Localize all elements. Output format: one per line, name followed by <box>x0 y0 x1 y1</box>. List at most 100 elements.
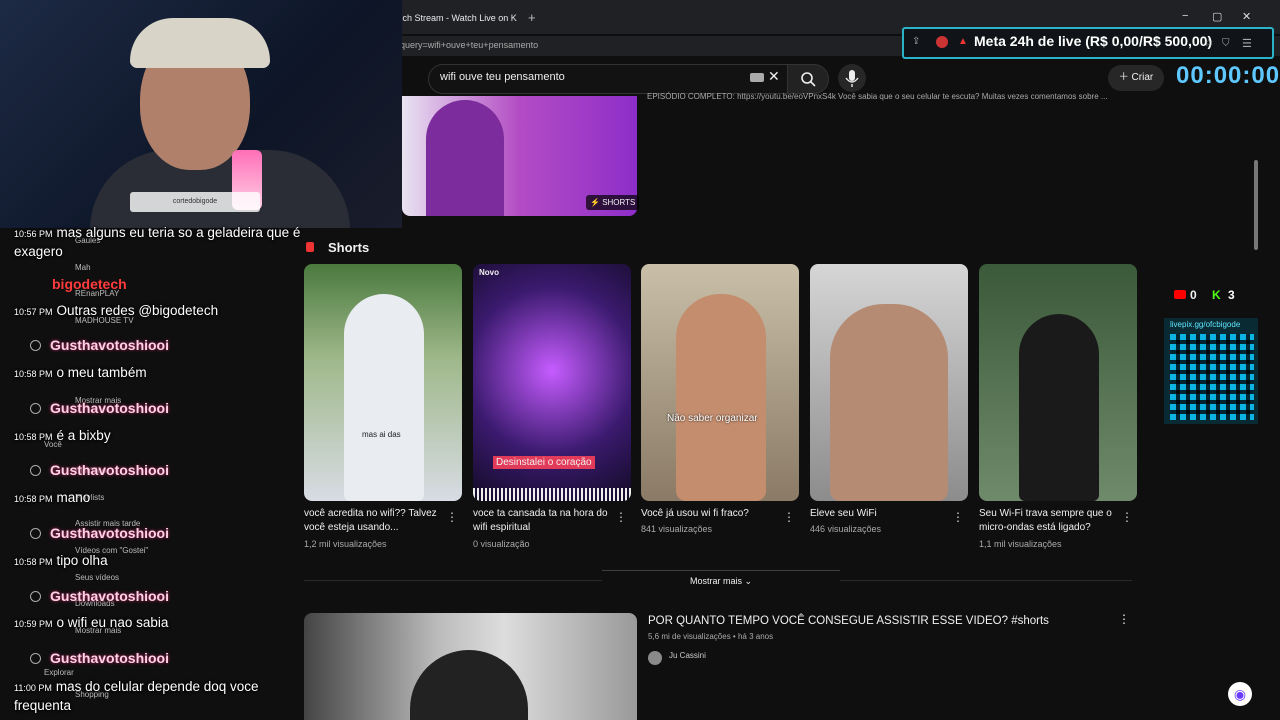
voice-search-button[interactable] <box>838 64 866 92</box>
keyboard-icon[interactable] <box>750 73 764 82</box>
shield-icon[interactable]: ⛉ <box>1222 38 1230 49</box>
short-views: 1,1 mil visualizações <box>979 539 1062 549</box>
short-views: 1,2 mil visualizações <box>304 539 387 549</box>
user-icon <box>30 465 41 476</box>
video-meta: 5,6 mi de visualizações • há 3 anos <box>648 632 774 641</box>
short-title[interactable]: você acredita no wifi?? Talvez você este… <box>304 507 444 535</box>
chat-username[interactable]: Gusthavotoshiooi <box>50 650 169 666</box>
short-views: 0 visualização <box>473 539 530 549</box>
channel-avatar[interactable] <box>648 651 662 665</box>
short-card-3[interactable]: Não saber organizar <box>641 264 799 501</box>
more-options-icon[interactable]: ⋮ <box>1121 510 1133 524</box>
top-video-description: EPISÓDIO COMPLETO: https://youtu.be/eoVP… <box>647 92 1108 101</box>
chat-time: 10:58 PM <box>14 557 53 567</box>
more-options-icon[interactable]: ⋮ <box>952 510 964 524</box>
new-tab-button[interactable]: + <box>528 10 536 25</box>
scrollbar[interactable] <box>1254 160 1258 250</box>
show-more-label: Mostrar mais <box>689 576 742 586</box>
bigodetech-logo: bigodetech <box>52 276 127 292</box>
short-card-5[interactable] <box>979 264 1137 501</box>
close-window-icon[interactable]: ✕ <box>1242 10 1251 23</box>
short-card-4[interactable] <box>810 264 968 501</box>
cam-tag: cortedobigode <box>130 192 260 212</box>
short-person <box>1019 314 1099 501</box>
chat-username[interactable]: Gusthavotoshiooi <box>50 400 169 416</box>
share-icon: ⇪ <box>912 36 921 47</box>
create-label: Criar <box>1131 72 1154 83</box>
sidebar-item[interactable]: Mah <box>75 263 91 272</box>
chat-text: é a bixby <box>56 428 111 443</box>
user-icon <box>30 340 41 351</box>
mic-icon <box>845 70 859 87</box>
chat-time: 10:57 PM <box>14 307 53 317</box>
browser-tab[interactable]: etech Stream - Watch Live on K <box>390 4 550 32</box>
create-button[interactable]: ＋ Criar <box>1108 65 1164 91</box>
short-title[interactable]: Você já usou wi fi fraco? <box>641 507 781 521</box>
chat-message: 10:58 PM o meu também <box>14 365 147 380</box>
search-icon <box>801 72 816 87</box>
more-options-icon[interactable]: ⋮ <box>1118 612 1130 626</box>
maximize-icon[interactable]: ▢ <box>1212 10 1222 23</box>
short-person <box>830 304 948 501</box>
kick-icon: K <box>1212 288 1221 302</box>
chat-time: 11:00 PM <box>14 683 52 693</box>
livepix-url: livepix.gg/ofcbigode <box>1170 320 1241 329</box>
clear-search-icon[interactable]: ✕ <box>768 68 780 85</box>
channel-avatar-icon <box>936 36 948 48</box>
new-badge: Novo <box>479 268 499 277</box>
short-title[interactable]: Seu Wi-Fi trava sempre que o micro-ondas… <box>979 507 1119 535</box>
shorts-badge: ⚡ SHORTS <box>586 195 640 210</box>
chat-text: mano <box>56 490 91 505</box>
chat-username[interactable]: Gusthavotoshiooi <box>50 588 169 604</box>
more-options-icon[interactable]: ⋮ <box>446 510 458 524</box>
user-icon <box>30 653 41 664</box>
chat-username[interactable]: Gusthavotoshiooi <box>50 525 169 541</box>
chat-message: 10:57 PM Outras redes @bigodetech <box>14 303 218 318</box>
live-timer: 00:00:00 <box>1176 62 1280 89</box>
short-views: 841 visualizações <box>641 524 713 534</box>
chat-message: 10:58 PM mano <box>14 490 90 505</box>
minimize-icon[interactable]: − <box>1182 10 1188 22</box>
short-card-1[interactable]: mas ai das <box>304 264 462 501</box>
user-icon <box>30 591 41 602</box>
chat-time: 10:59 PM <box>14 619 53 629</box>
chat-text: Outras redes @bigodetech <box>56 303 219 318</box>
channel-name[interactable]: Ju Cassini <box>669 651 706 660</box>
chat-message: 10:58 PM é a bixby <box>14 428 111 443</box>
plus-icon: ＋ <box>1118 72 1132 83</box>
short-person <box>344 294 424 501</box>
short-title[interactable]: voce ta cansada ta na hora do wifi espir… <box>473 507 613 535</box>
sidebar-item[interactable]: Seus vídeos <box>75 573 119 582</box>
short-caption: mas ai das <box>362 430 401 439</box>
shorts-badge-label: SHORTS <box>602 198 636 207</box>
star-icon[interactable]: ☆ <box>1204 38 1213 49</box>
chat-username[interactable]: Gusthavotoshiooi <box>50 462 169 478</box>
chat-message: 10:59 PM o wifi eu nao sabia <box>14 615 168 630</box>
chat-username[interactable]: Gusthavotoshiooi <box>50 337 169 353</box>
top-video-person <box>426 100 504 216</box>
goal-text: Meta 24h de live (R$ 0,00/R$ 500,00) <box>974 33 1213 49</box>
video-title[interactable]: POR QUANTO TEMPO VOCÊ CONSEGUE ASSISTIR … <box>648 615 1049 627</box>
chevron-down-icon: ⌄ <box>744 576 753 586</box>
sidebar-item[interactable]: Explorar <box>44 668 74 677</box>
short-card-2[interactable]: Novo Desinstalei o coração <box>473 264 631 501</box>
short-views: 446 visualizações <box>810 524 882 534</box>
short-caption: Desinstalei o coração <box>493 456 595 469</box>
assistant-icon[interactable]: ◉ <box>1228 682 1252 706</box>
short-person <box>676 294 766 501</box>
menu-icon[interactable]: ☰ <box>1242 37 1252 50</box>
chat-text: o wifi eu nao sabia <box>56 615 169 630</box>
user-icon <box>30 403 41 414</box>
short-caption: Não saber organizar <box>667 413 758 424</box>
chat-text: o meu também <box>56 365 147 380</box>
more-options-icon[interactable]: ⋮ <box>783 510 795 524</box>
search-button[interactable] <box>787 64 829 94</box>
chat-time: 10:58 PM <box>14 432 53 442</box>
short-title[interactable]: Eleve seu WiFi <box>810 507 950 521</box>
search-input[interactable]: wifi ouve teu pensamento <box>440 71 565 83</box>
chat-message: 10:56 PM mas alguns eu teria so a geladei… <box>14 224 344 260</box>
webcam-overlay: cortedobigode <box>0 0 402 228</box>
chat-text: mas alguns eu teria so a geladeira que é… <box>14 225 301 259</box>
more-options-icon[interactable]: ⋮ <box>615 510 627 524</box>
show-more-button[interactable]: Mostrar mais ⌄ <box>602 570 840 591</box>
